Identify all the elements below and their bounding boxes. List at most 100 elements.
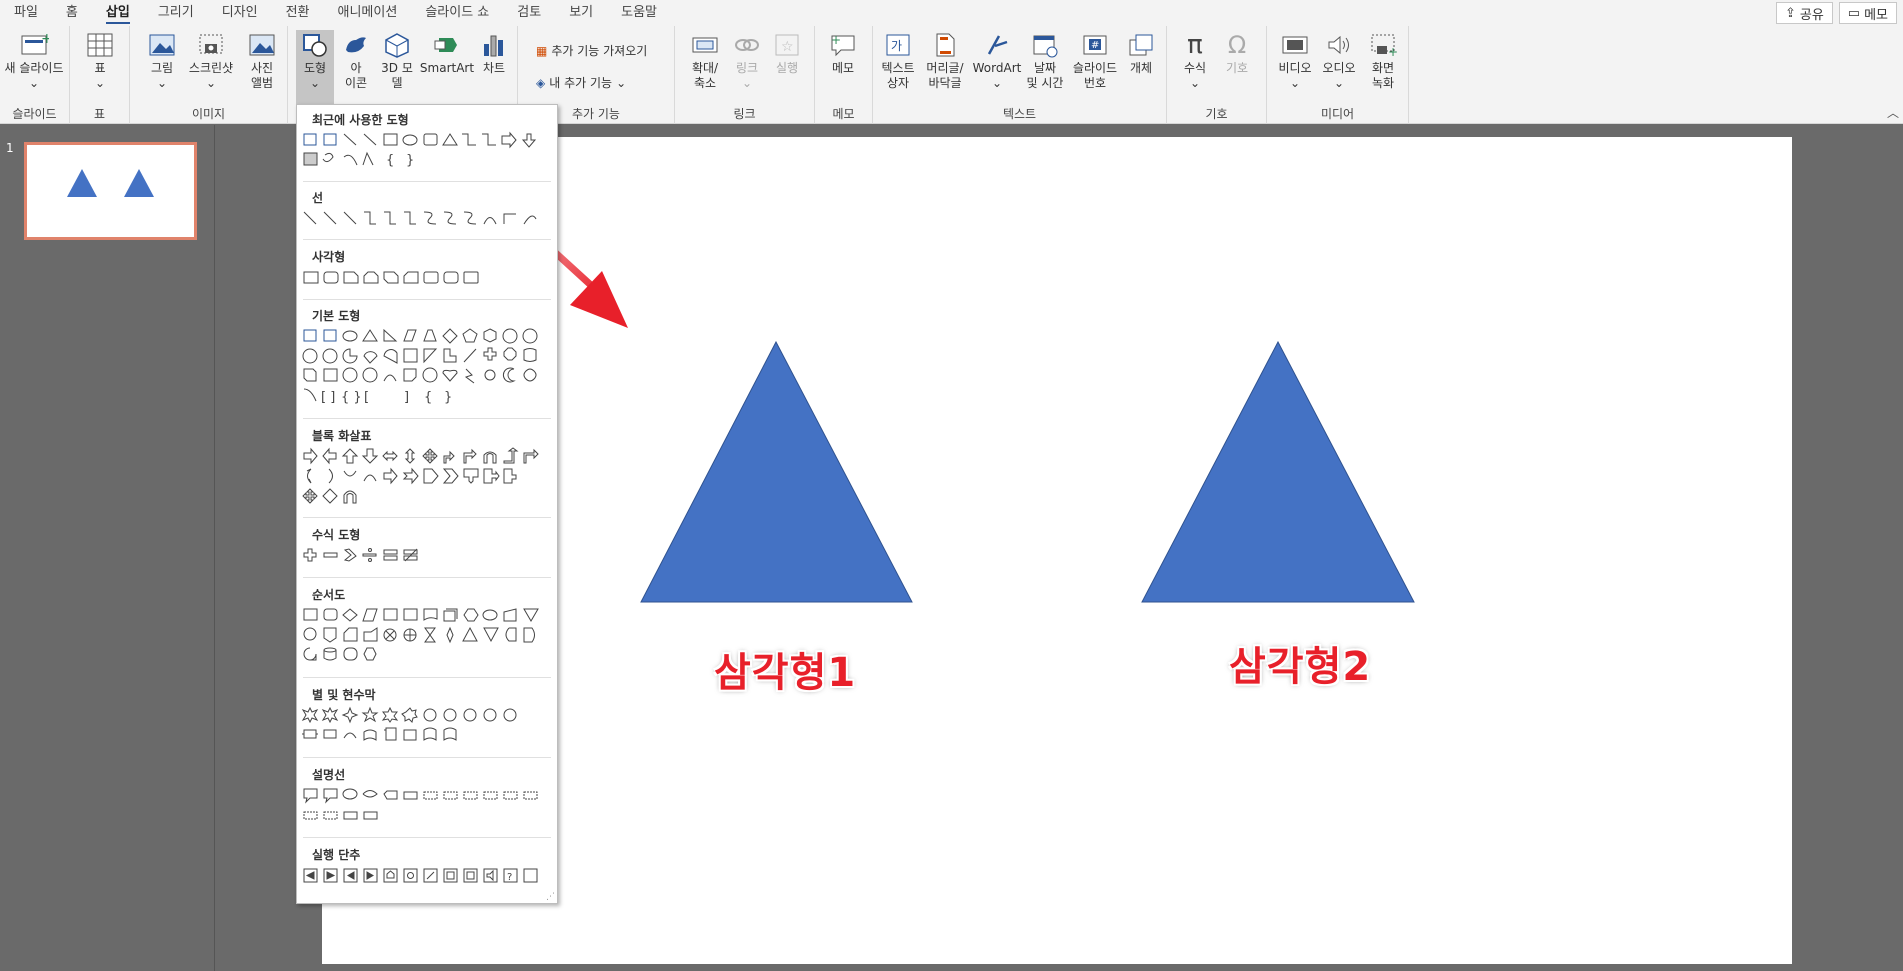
recent-shapes-grid: {} (303, 131, 537, 168)
3d-model-button[interactable]: 3D 모델 (378, 30, 416, 91)
action-button[interactable]: ☆ 실행 (769, 30, 805, 76)
star-icon: ☆ (771, 30, 803, 60)
group-symbols: π 수식 ⌄ Ω 기호 기호 (1167, 26, 1267, 124)
shapes-button[interactable]: 도형 ⌄ (296, 30, 334, 108)
section-flowchart: 순서도 (312, 588, 346, 602)
smartart-button[interactable]: SmartArt (420, 30, 474, 76)
callouts-grid (303, 788, 538, 820)
tab-transitions[interactable]: 전환 (272, 0, 324, 26)
resize-grip-icon[interactable]: ⋰ (546, 892, 555, 902)
tab-help[interactable]: 도움말 (607, 0, 671, 26)
group-images: 그림 ⌄ 스크린샷 ⌄ 사진 앨범 이미지 (130, 26, 288, 124)
section-rectangles: 사각형 (312, 250, 346, 264)
wordart-button[interactable]: WordArt ⌄ (971, 30, 1023, 91)
calendar-icon (1029, 30, 1061, 60)
flowchart-grid (303, 608, 539, 661)
textbox-button[interactable]: 가 텍스트 상자 (877, 30, 919, 91)
tab-slideshow[interactable]: 슬라이드 쇼 (411, 0, 503, 26)
audio-button[interactable]: 오디오 ⌄ (1319, 30, 1359, 91)
triangle-label-2[interactable]: 삼각형2 (1229, 634, 1371, 692)
equation-button[interactable]: π 수식 ⌄ (1177, 30, 1213, 91)
header-footer-icon (929, 30, 961, 60)
speaker-icon (1323, 30, 1355, 60)
new-slide-button[interactable]: + 새 슬라이드 ⌄ (2, 30, 66, 91)
object-icon (1125, 30, 1157, 60)
video-button[interactable]: 비디오 ⌄ (1275, 30, 1315, 91)
svg-text:]: ] (404, 390, 409, 405)
zoom-button[interactable]: 확대/축소 (685, 30, 725, 91)
collapse-ribbon-icon[interactable]: ︿ (1887, 104, 1899, 121)
triangle-shape-1[interactable] (640, 340, 913, 603)
tab-view[interactable]: 보기 (555, 0, 607, 26)
header-footer-button[interactable]: 머리글/바닥글 (923, 30, 967, 91)
my-addins-button[interactable]: ◈ 내 추가 기능 ⌄ (536, 74, 626, 91)
bird-icon (340, 30, 372, 60)
screenshot-button[interactable]: 스크린샷 ⌄ (184, 30, 238, 91)
group-slides: + 새 슬라이드 ⌄ 슬라이드 (0, 26, 70, 124)
section-lines: 선 (312, 191, 324, 205)
svg-text:?: ? (507, 872, 512, 883)
triangle-label-1[interactable]: 삼각형1 (714, 640, 856, 698)
pi-icon: π (1187, 29, 1203, 60)
svg-text:{ }: { } (341, 390, 362, 405)
action-buttons-grid: ? (303, 868, 538, 883)
share-icon: ⇪ (1784, 5, 1796, 21)
cube-icon (381, 30, 413, 60)
tab-review[interactable]: 검토 (503, 0, 555, 26)
section-basic-shapes: 기본 도형 (312, 309, 361, 323)
thumbnail-shapes (67, 169, 154, 197)
table-button[interactable]: 표 ⌄ (84, 30, 116, 91)
slide-thumbnail[interactable] (24, 142, 197, 240)
tab-design[interactable]: 디자인 (208, 0, 272, 26)
group-comments: + 메모 메모 (815, 26, 873, 124)
picture-icon (146, 30, 178, 60)
svg-text:+: + (831, 33, 841, 47)
shapes-gallery-dropdown: 최근에 사용한 도형 {} 선 사각형 기본 도형 [ ]{ }[]{} 블록 … (296, 104, 558, 904)
object-button[interactable]: 개체 (1123, 30, 1159, 76)
tab-animations[interactable]: 애니메이션 (324, 0, 412, 26)
new-slide-icon: + (18, 30, 50, 60)
smartart-icon (431, 30, 463, 60)
svg-text:[ ]: [ ] (321, 390, 335, 405)
svg-text:{: { (424, 390, 432, 405)
new-comment-button[interactable]: + 메모 (825, 30, 861, 76)
tab-draw[interactable]: 그리기 (144, 0, 208, 26)
picture-button[interactable]: 그림 ⌄ (144, 30, 180, 91)
slide-number-button[interactable]: # 슬라이드 번호 (1069, 30, 1121, 91)
svg-text:#: # (1091, 40, 1099, 51)
group-text: 가 텍스트 상자 머리글/바닥글 WordArt ⌄ 날짜 및 시간 # 슬라이드 번호… (873, 26, 1167, 124)
comment-add-icon: + (827, 30, 859, 60)
triangle-shape-2[interactable] (1141, 340, 1415, 603)
date-time-button[interactable]: 날짜 및 시간 (1023, 30, 1067, 91)
screen-recording-button[interactable]: + 화면 녹화 (1363, 30, 1403, 91)
equation-shapes-grid (303, 548, 418, 562)
wordart-icon (981, 30, 1013, 60)
lines-grid (303, 211, 537, 225)
tab-file[interactable]: 파일 (0, 0, 52, 26)
section-block-arrows: 블록 화살표 (312, 429, 372, 443)
group-links: 확대/축소 링크 ⌄ ☆ 실행 링크 (675, 26, 815, 124)
stars-banners-grid (301, 706, 517, 741)
photo-album-button[interactable]: 사진 앨범 (240, 30, 284, 91)
share-button[interactable]: ⇪ 공유 (1775, 2, 1833, 24)
group-tables: 표 ⌄ 표 (70, 26, 130, 124)
tab-home[interactable]: 홈 (52, 0, 92, 26)
omega-icon: Ω (1227, 30, 1247, 59)
ribbon: + 새 슬라이드 ⌄ 슬라이드 표 ⌄ 표 그림 ⌄ 스크린샷 ⌄ 사진 앨범 이미지 도 (0, 26, 1903, 124)
memo-button[interactable]: ▭ 메모 (1838, 2, 1897, 24)
link-button[interactable]: 링크 ⌄ (729, 30, 765, 91)
svg-text:}: } (406, 153, 414, 168)
tab-insert[interactable]: 삽입 (92, 0, 144, 26)
section-recent-shapes: 최근에 사용한 도형 (312, 113, 409, 127)
chart-button[interactable]: 차트 (476, 30, 512, 76)
rectangles-grid (303, 271, 479, 284)
basic-shapes-grid: [ ] { }[] {} (302, 328, 538, 405)
section-stars-banners: 별 및 현수막 (312, 688, 376, 702)
group-media: 비디오 ⌄ 오디오 ⌄ + 화면 녹화 미디어 (1267, 26, 1409, 124)
get-addins-button[interactable]: ▦ 추가 기능 가져오기 (536, 42, 647, 59)
symbol-button[interactable]: Ω 기호 (1219, 30, 1255, 76)
textbox-icon: 가 (882, 30, 914, 60)
addin-icon: ◈ (536, 75, 546, 90)
icons-button[interactable]: 아 이콘 (338, 30, 374, 91)
svg-text:가: 가 (891, 39, 902, 53)
